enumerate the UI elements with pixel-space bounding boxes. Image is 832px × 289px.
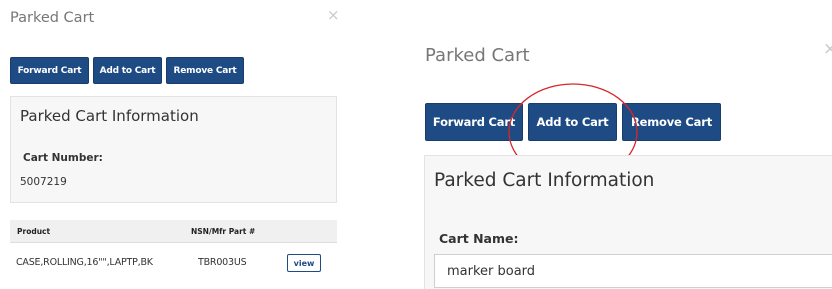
table-header: Product NSN/Mfr Part # (10, 220, 337, 243)
cart-number-value: 5007219 (20, 176, 67, 188)
parked-cart-dialog-small: Parked Cart × Forward Cart Add to Cart R… (0, 0, 350, 289)
forward-cart-button[interactable]: Forward Cart (10, 57, 89, 84)
add-to-cart-button[interactable]: Add to Cart (528, 103, 617, 141)
dialog-title: Parked Cart (10, 10, 95, 26)
cart-name-label: Cart Name: (439, 231, 519, 246)
info-heading: Parked Cart Information (434, 170, 655, 191)
forward-cart-button[interactable]: Forward Cart (425, 103, 523, 141)
part-number-cell: TBR003US (198, 257, 247, 268)
table-row: CASE,ROLLING,16"",LAPTP,BK TBR003US view (10, 244, 337, 279)
cart-info-box: Parked Cart Information Cart Number: 500… (10, 96, 337, 203)
cart-name-input[interactable] (434, 254, 832, 288)
cart-number-label: Cart Number: (23, 152, 103, 164)
dialog-title: Parked Cart (425, 45, 530, 66)
info-heading: Parked Cart Information (20, 107, 199, 125)
close-icon[interactable]: × (327, 8, 340, 23)
add-to-cart-button[interactable]: Add to Cart (93, 57, 162, 84)
column-product: Product (17, 227, 51, 236)
remove-cart-button[interactable]: Remove Cart (622, 103, 721, 141)
cart-info-box: Parked Cart Information Cart Name: (424, 155, 832, 289)
product-cell: CASE,ROLLING,16"",LAPTP,BK (16, 257, 153, 268)
column-part-number: NSN/Mfr Part # (191, 227, 256, 236)
parked-cart-dialog-zoomed: Parked Cart × Forward Cart Add to Cart R… (412, 0, 832, 289)
view-button[interactable]: view (287, 254, 321, 272)
close-icon[interactable]: × (823, 41, 832, 58)
remove-cart-button[interactable]: Remove Cart (166, 57, 244, 84)
